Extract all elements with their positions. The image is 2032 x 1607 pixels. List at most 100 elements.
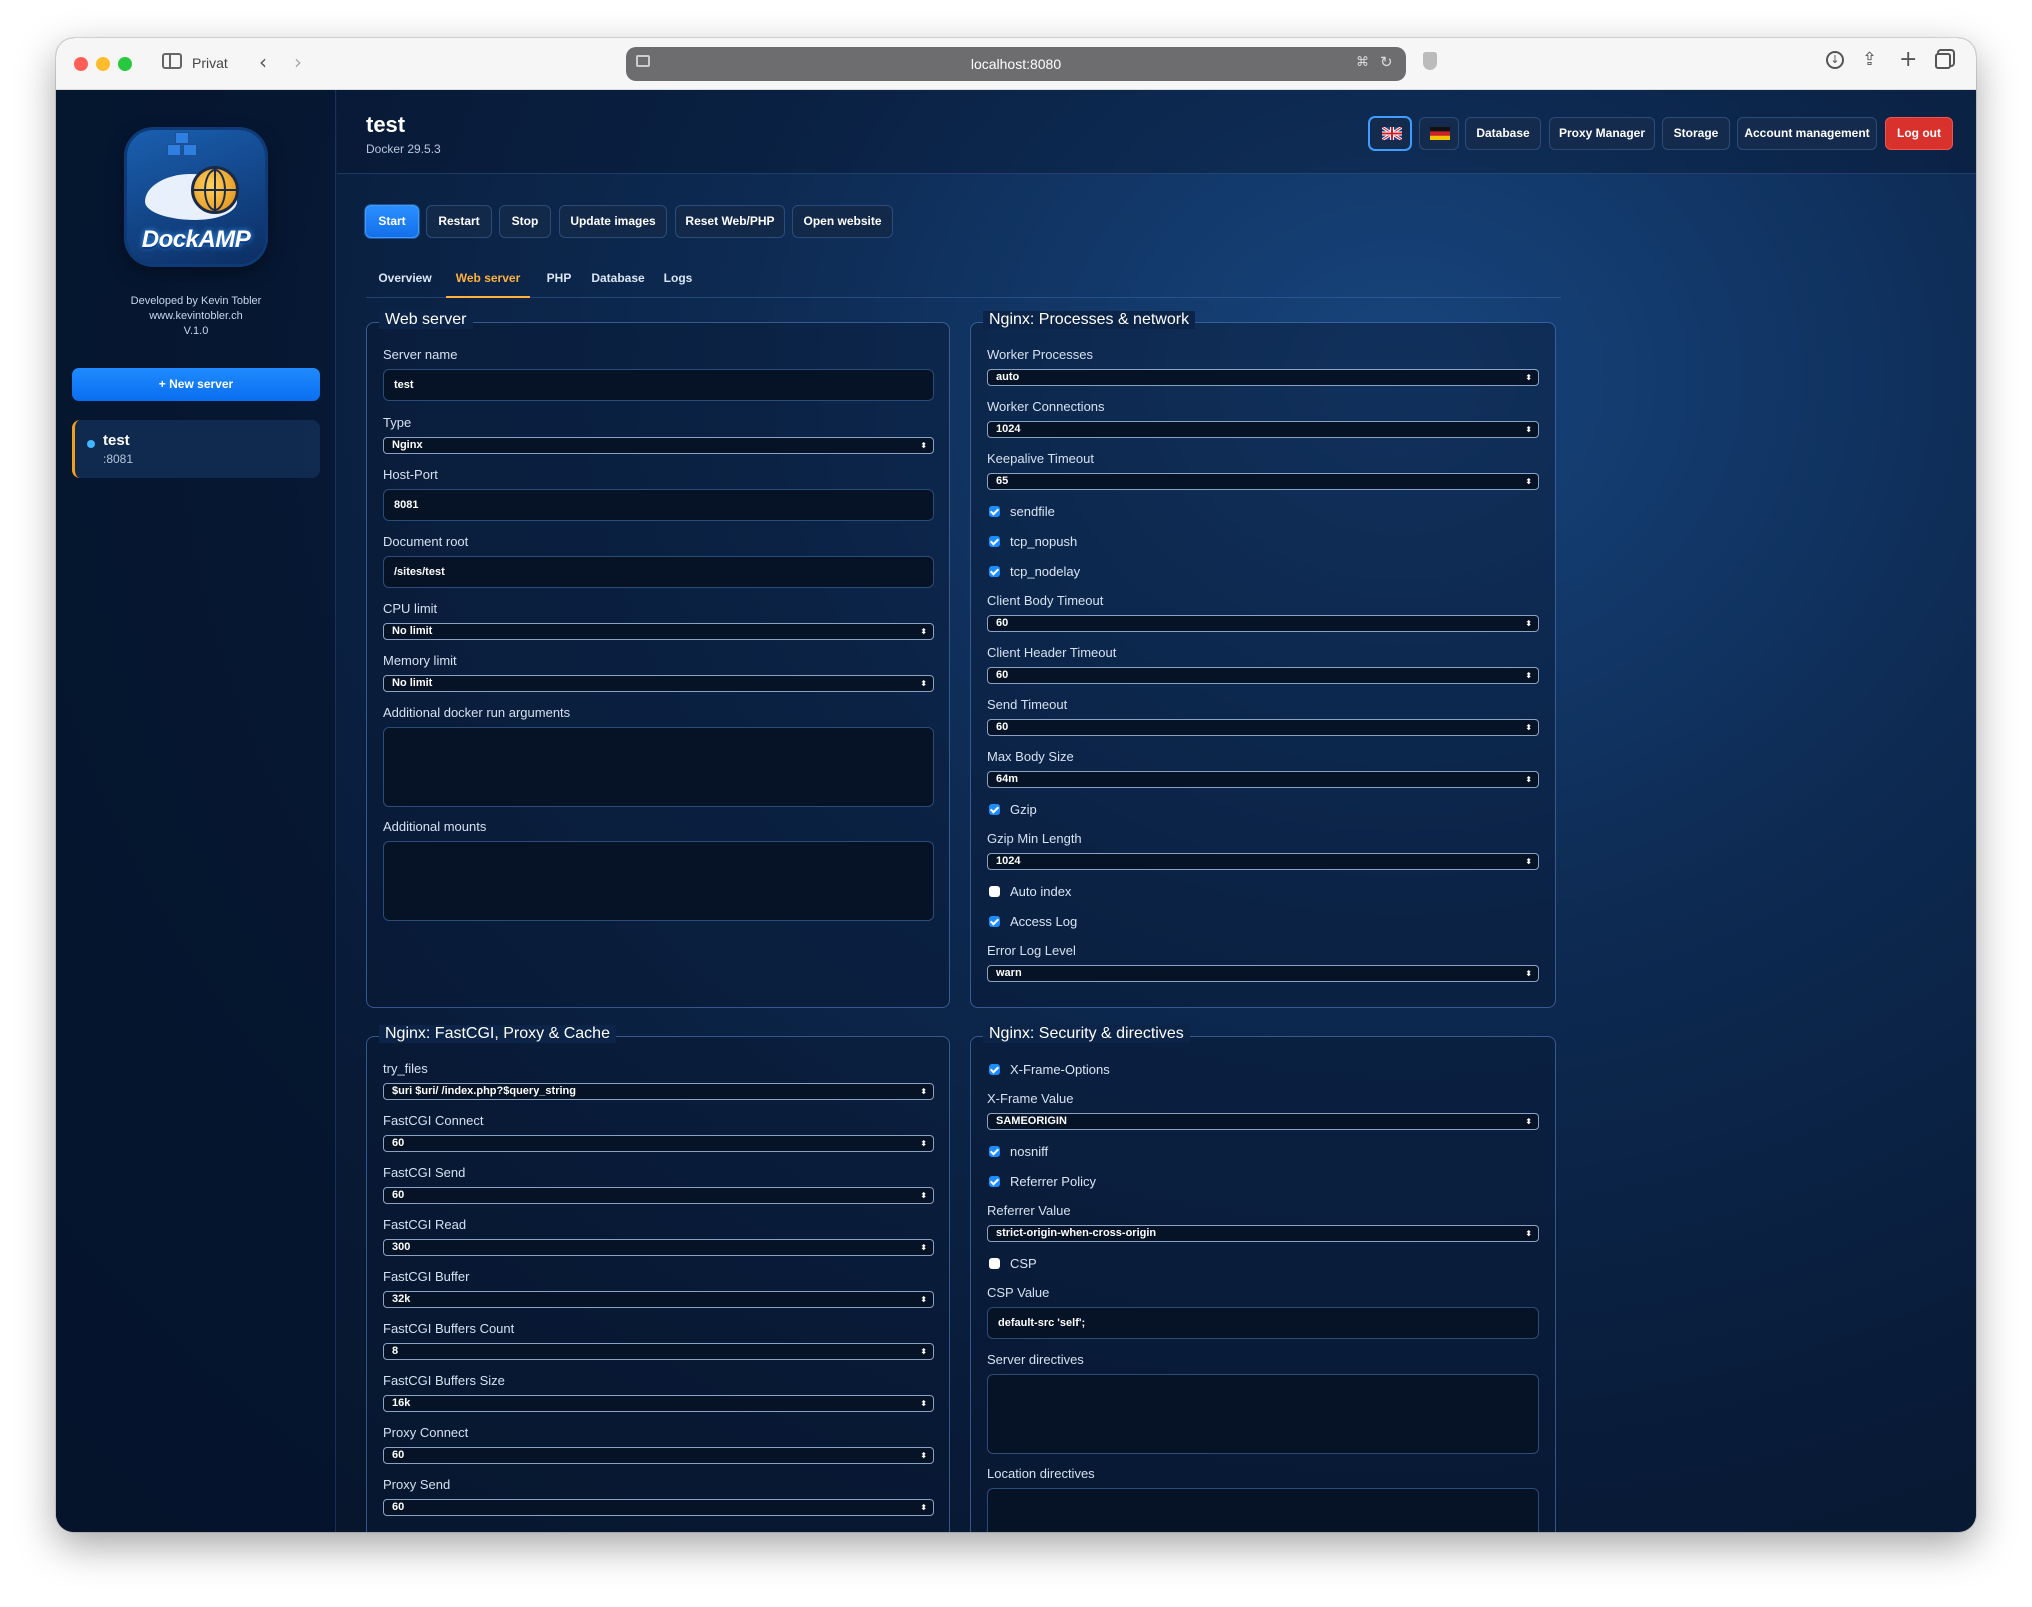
zoom-window-button[interactable] <box>118 57 132 71</box>
dockamp-logo: DockAMP <box>127 130 265 264</box>
logout-button[interactable]: Log out <box>1885 117 1953 150</box>
field-label: FastCGI Buffers Count <box>383 1321 515 1336</box>
select-caret-icon: ⬍ <box>1525 857 1532 866</box>
fastcgi-connect-select[interactable]: 60 ⬍ <box>383 1135 934 1152</box>
sidebar-toggle-icon[interactable] <box>162 53 182 69</box>
send-timeout-select[interactable]: 60 ⬍ <box>987 719 1539 736</box>
update-images-button[interactable]: Update images <box>559 205 667 238</box>
fastcgi-buffer-select[interactable]: 32k ⬍ <box>383 1291 934 1308</box>
select-caret-icon: ⬍ <box>1525 373 1532 382</box>
translate-icon[interactable]: ⌘ <box>1356 55 1369 70</box>
shield-icon[interactable] <box>1423 52 1437 70</box>
host-port-input[interactable]: 8081 <box>383 489 934 521</box>
database-nav-button[interactable]: Database <box>1465 117 1541 150</box>
minimize-window-button[interactable] <box>96 57 110 71</box>
tab-overview-icon[interactable] <box>1935 53 1951 69</box>
start-button[interactable]: Start <box>365 205 419 238</box>
client-body-timeout-select[interactable]: 60 ⬍ <box>987 615 1539 632</box>
select-value: 64m <box>996 773 1019 785</box>
gzip-min-length-select[interactable]: 1024 ⬍ <box>987 853 1539 870</box>
developer-website-link[interactable]: www.kevintobler.ch <box>56 310 336 322</box>
select-value: SAMEORIGIN <box>996 1115 1067 1127</box>
fastcgi-send-select[interactable]: 60 ⬍ <box>383 1187 934 1204</box>
server-name-input[interactable]: test <box>383 369 934 401</box>
forward-icon[interactable]: › <box>294 50 302 74</box>
field-label: Gzip Min Length <box>987 831 1082 846</box>
additional-mounts-textarea[interactable] <box>383 841 934 921</box>
try-files-select[interactable]: $uri $uri/ /index.php?$query_string ⬍ <box>383 1083 934 1100</box>
cpu-limit-select[interactable]: No limit ⬍ <box>383 623 934 640</box>
page-title: test <box>366 112 406 137</box>
tab-logs[interactable]: Logs <box>658 271 698 298</box>
csp-value-input[interactable]: default-src 'self'; <box>987 1307 1539 1339</box>
select-value: 65 <box>996 475 1009 487</box>
select-caret-icon: ⬍ <box>920 441 927 450</box>
field-label: Host-Port <box>383 467 438 482</box>
proxy-connect-select[interactable]: 60 ⬍ <box>383 1447 934 1464</box>
tab-php[interactable]: PHP <box>544 271 574 298</box>
back-icon[interactable]: ‹ <box>259 50 267 74</box>
checkbox-checked-icon <box>989 916 1000 927</box>
client-header-timeout-select[interactable]: 60 ⬍ <box>987 667 1539 684</box>
tab-database[interactable]: Database <box>588 271 648 298</box>
language-en-button[interactable] <box>1369 117 1411 150</box>
panel-title: Nginx: FastCGI, Proxy & Cache <box>379 1025 616 1043</box>
server-list-item[interactable]: test :8081 <box>72 420 320 478</box>
account-management-nav-button[interactable]: Account management <box>1737 117 1877 150</box>
select-value: 60 <box>392 1137 405 1149</box>
select-value: 8 <box>392 1345 399 1357</box>
panel-title: Nginx: Security & directives <box>983 1025 1190 1043</box>
max-body-size-select[interactable]: 64m ⬍ <box>987 771 1539 788</box>
new-server-button[interactable]: + New server <box>72 368 320 401</box>
worker-processes-select[interactable]: auto ⬍ <box>987 369 1539 386</box>
reload-icon[interactable]: ↻ <box>1380 53 1393 71</box>
docker-args-textarea[interactable] <box>383 727 934 807</box>
download-icon[interactable]: ↓ <box>1826 51 1844 69</box>
close-window-button[interactable] <box>74 57 88 71</box>
new-tab-icon[interactable]: + <box>1899 47 1917 72</box>
select-caret-icon: ⬍ <box>920 1503 927 1512</box>
url-text: localhost:8080 <box>970 56 1062 72</box>
select-caret-icon: ⬍ <box>920 1139 927 1148</box>
document-root-input[interactable]: /sites/test <box>383 556 934 588</box>
location-directives-textarea[interactable] <box>987 1488 1539 1532</box>
storage-nav-button[interactable]: Storage <box>1662 117 1730 150</box>
field-label: X-Frame Value <box>987 1091 1074 1106</box>
server-directives-textarea[interactable] <box>987 1374 1539 1454</box>
keepalive-timeout-select[interactable]: 65 ⬍ <box>987 473 1539 490</box>
select-caret-icon: ⬍ <box>920 1347 927 1356</box>
server-status-dot <box>87 440 95 448</box>
tab-web-server[interactable]: Web server <box>446 271 530 298</box>
select-caret-icon: ⬍ <box>920 1399 927 1408</box>
referrer-value-select[interactable]: strict-origin-when-cross-origin ⬍ <box>987 1225 1539 1242</box>
reset-web-php-button[interactable]: Reset Web/PHP <box>675 205 785 238</box>
checkbox-label: Gzip <box>1010 802 1037 817</box>
worker-connections-select[interactable]: 1024 ⬍ <box>987 421 1539 438</box>
fastcgi-buffers-size-select[interactable]: 16k ⬍ <box>383 1395 934 1412</box>
fastcgi-read-select[interactable]: 300 ⬍ <box>383 1239 934 1256</box>
memory-limit-select[interactable]: No limit ⬍ <box>383 675 934 692</box>
developer-credit: Developed by Kevin Tobler <box>130 295 262 307</box>
field-label: Worker Connections <box>987 399 1105 414</box>
checkbox-label: tcp_nopush <box>1010 534 1078 549</box>
error-log-level-select[interactable]: warn ⬍ <box>987 965 1539 982</box>
tab-overview[interactable]: Overview <box>378 271 432 298</box>
stop-button[interactable]: Stop <box>499 205 551 238</box>
server-type-select[interactable]: Nginx ⬍ <box>383 437 934 454</box>
select-caret-icon: ⬍ <box>1525 619 1532 628</box>
language-de-button[interactable] <box>1419 117 1459 150</box>
select-caret-icon: ⬍ <box>920 679 927 688</box>
private-browsing-label: Privat <box>192 55 228 71</box>
restart-button[interactable]: Restart <box>426 205 492 238</box>
select-caret-icon: ⬍ <box>1525 1229 1532 1238</box>
share-icon[interactable]: ⇪ <box>1862 49 1877 70</box>
field-label: CPU limit <box>383 601 438 616</box>
x-frame-value-select[interactable]: SAMEORIGIN ⬍ <box>987 1113 1539 1130</box>
address-bar[interactable]: localhost:8080 ⌘ ↻ <box>626 47 1406 81</box>
field-label: CSP Value <box>987 1285 1050 1300</box>
select-caret-icon: ⬍ <box>920 1087 927 1096</box>
open-website-button[interactable]: Open website <box>792 205 893 238</box>
proxy-send-select[interactable]: 60 ⬍ <box>383 1499 934 1516</box>
proxy-manager-nav-button[interactable]: Proxy Manager <box>1549 117 1655 150</box>
fastcgi-buffers-count-select[interactable]: 8 ⬍ <box>383 1343 934 1360</box>
